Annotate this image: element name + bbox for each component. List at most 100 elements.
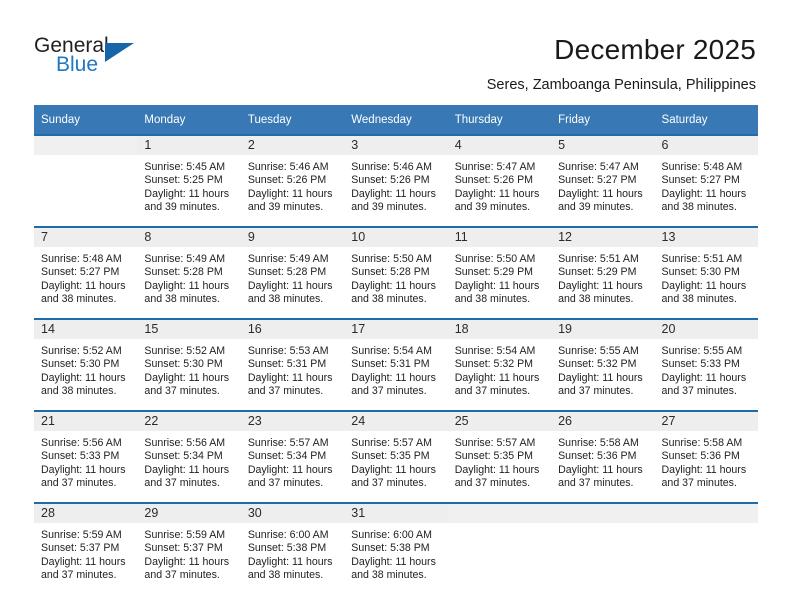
sunset-text: Sunset: 5:37 PM: [41, 542, 120, 555]
calendar-week-row: 7 Sunrise: 5:48 AM Sunset: 5:27 PM Daylight…: [34, 226, 758, 319]
sunset-text: Sunset: 5:37 PM: [144, 542, 223, 555]
calendar-day-cell[interactable]: 31 Sunrise: 6:00 AM Sunset: 5:38 PM Dayligh…: [344, 504, 448, 594]
calendar-empty-cell: [447, 504, 552, 594]
sunset-text: Sunset: 5:25 PM: [144, 174, 223, 187]
triangle-icon: [105, 43, 134, 62]
sunrise-text: Sunrise: 5:56 AM: [144, 437, 226, 449]
sunrise-text: Sunrise: 6:00 AM: [351, 529, 432, 541]
daylight-text-line1: Daylight: 11 hours: [661, 187, 747, 200]
day-sun-info: Sunrise: 5:54 AM Sunset: 5:31 PM Daylight:…: [344, 339, 447, 398]
daylight-text-line1: Daylight: 11 hours: [41, 279, 126, 292]
day-number: 17: [344, 320, 448, 339]
calendar-week-row: 14 Sunrise: 5:52 AM Sunset: 5:30 PM Dayligh…: [34, 318, 758, 411]
sunset-text: Sunset: 5:36 PM: [558, 450, 637, 463]
calendar-day-cell[interactable]: 1 Sunrise: 5:45 AM Sunset: 5:25 PM Daylight…: [137, 136, 241, 226]
day-number: 4: [447, 136, 552, 155]
calendar-day-cell[interactable]: 27 Sunrise: 5:58 AM Sunset: 5:36 PM Dayligh…: [654, 412, 758, 502]
calendar-day-cell[interactable]: 6 Sunrise: 5:48 AM Sunset: 5:27 PM Daylight…: [654, 136, 758, 226]
day-number: 18: [447, 320, 552, 339]
calendar-day-cell[interactable]: 13 Sunrise: 5:51 AM Sunset: 5:30 PM Dayligh…: [654, 228, 758, 318]
day-number: 26: [551, 412, 655, 431]
day-number: 31: [344, 504, 448, 523]
calendar-day-cell[interactable]: 16 Sunrise: 5:53 AM Sunset: 5:31 PM Dayligh…: [240, 320, 345, 410]
sunrise-text: Sunrise: 5:51 AM: [558, 253, 639, 265]
calendar-week-row: 28 Sunrise: 5:59 AM Sunset: 5:37 PM Dayligh…: [34, 502, 758, 594]
page-subtitle: Seres, Zamboanga Peninsula, Philippines: [486, 77, 756, 93]
calendar-day-cell[interactable]: 18 Sunrise: 5:54 AM Sunset: 5:32 PM Dayligh…: [447, 320, 552, 410]
sunset-text: Sunset: 5:27 PM: [661, 174, 740, 187]
calendar-day-cell[interactable]: 28 Sunrise: 5:59 AM Sunset: 5:37 PM Dayligh…: [34, 504, 138, 594]
sunset-text: Sunset: 5:30 PM: [661, 266, 740, 279]
daylight-text-line2: and 37 minutes.: [41, 568, 117, 581]
calendar-day-cell[interactable]: 25 Sunrise: 5:57 AM Sunset: 5:35 PM Dayligh…: [447, 412, 552, 502]
calendar-day-cell[interactable]: 17 Sunrise: 5:54 AM Sunset: 5:31 PM Dayligh…: [344, 320, 448, 410]
sunset-text: Sunset: 5:36 PM: [661, 450, 740, 463]
daylight-text-line2: and 37 minutes.: [661, 476, 737, 489]
sunset-text: Sunset: 5:38 PM: [351, 542, 430, 555]
daylight-text-line2: and 38 minutes.: [558, 292, 634, 305]
sunset-text: Sunset: 5:31 PM: [247, 358, 327, 371]
calendar-day-cell[interactable]: 30 Sunrise: 6:00 AM Sunset: 5:38 PM Dayligh…: [240, 504, 345, 594]
general-blue-logo[interactable]: General Blue: [34, 34, 164, 82]
daylight-text-line1: Daylight: 11 hours: [558, 371, 643, 384]
sunset-text: Sunset: 5:33 PM: [41, 450, 120, 463]
calendar-day-cell[interactable]: 20 Sunrise: 5:55 AM Sunset: 5:33 PM Dayligh…: [654, 320, 758, 410]
calendar-day-cell[interactable]: 5 Sunrise: 5:47 AM Sunset: 5:27 PM Daylight…: [551, 136, 655, 226]
daylight-text-line2: and 37 minutes.: [144, 476, 220, 489]
calendar-day-cell[interactable]: 3 Sunrise: 5:46 AM Sunset: 5:26 PM Daylight…: [344, 136, 448, 226]
daylight-text-line1: Daylight: 11 hours: [41, 555, 126, 568]
calendar-day-cell[interactable]: 11 Sunrise: 5:50 AM Sunset: 5:29 PM Dayligh…: [447, 228, 552, 318]
calendar-day-cell[interactable]: 14 Sunrise: 5:52 AM Sunset: 5:30 PM Dayligh…: [34, 320, 138, 410]
calendar-day-cell[interactable]: 23 Sunrise: 5:57 AM Sunset: 5:34 PM Dayligh…: [240, 412, 345, 502]
daylight-text-line1: Daylight: 11 hours: [351, 371, 436, 384]
sunset-text: Sunset: 5:33 PM: [661, 358, 740, 371]
calendar-day-cell[interactable]: 29 Sunrise: 5:59 AM Sunset: 5:37 PM Dayligh…: [137, 504, 241, 594]
daylight-text-line2: and 39 minutes.: [247, 200, 324, 213]
calendar-day-cell[interactable]: 9 Sunrise: 5:49 AM Sunset: 5:28 PM Daylight…: [240, 228, 345, 318]
calendar-day-cell[interactable]: 8 Sunrise: 5:49 AM Sunset: 5:28 PM Daylight…: [137, 228, 241, 318]
calendar-day-cell[interactable]: 15 Sunrise: 5:52 AM Sunset: 5:30 PM Dayligh…: [137, 320, 241, 410]
day-sun-info: Sunrise: 5:50 AM Sunset: 5:28 PM Daylight:…: [344, 247, 447, 306]
sunrise-text: Sunrise: 5:45 AM: [144, 161, 226, 173]
sunset-text: Sunset: 5:30 PM: [41, 358, 120, 371]
day-number: 12: [551, 228, 655, 247]
calendar-day-cell[interactable]: 26 Sunrise: 5:58 AM Sunset: 5:36 PM Dayligh…: [551, 412, 655, 502]
daylight-text-line1: Daylight: 11 hours: [454, 279, 540, 292]
sunset-text: Sunset: 5:26 PM: [247, 174, 327, 187]
daylight-text-line1: Daylight: 11 hours: [144, 371, 230, 384]
day-number: 15: [137, 320, 241, 339]
calendar-day-cell[interactable]: 4 Sunrise: 5:47 AM Sunset: 5:26 PM Daylight…: [447, 136, 552, 226]
sunrise-text: Sunrise: 5:57 AM: [351, 437, 432, 449]
day-sun-info: Sunrise: 5:58 AM Sunset: 5:36 PM Daylight:…: [655, 431, 758, 490]
calendar-day-cell[interactable]: 24 Sunrise: 5:57 AM Sunset: 5:35 PM Dayligh…: [344, 412, 448, 502]
daylight-text-line1: Daylight: 11 hours: [558, 279, 643, 292]
day-number: 16: [240, 320, 345, 339]
calendar-day-cell[interactable]: 19 Sunrise: 5:55 AM Sunset: 5:32 PM Dayligh…: [551, 320, 655, 410]
sunrise-text: Sunrise: 5:59 AM: [41, 529, 122, 541]
calendar-day-cell[interactable]: 22 Sunrise: 5:56 AM Sunset: 5:34 PM Dayligh…: [137, 412, 241, 502]
calendar-day-cell[interactable]: 2 Sunrise: 5:46 AM Sunset: 5:26 PM Daylight…: [240, 136, 345, 226]
calendar-day-cell[interactable]: 12 Sunrise: 5:51 AM Sunset: 5:29 PM Dayligh…: [551, 228, 655, 318]
sunset-text: Sunset: 5:28 PM: [351, 266, 430, 279]
day-number: 23: [240, 412, 345, 431]
sunrise-text: Sunrise: 5:49 AM: [247, 253, 329, 265]
day-sun-info: Sunrise: 5:50 AM Sunset: 5:29 PM Daylight:…: [448, 247, 551, 306]
sunrise-text: Sunrise: 5:52 AM: [144, 345, 226, 357]
sunrise-text: Sunrise: 6:00 AM: [247, 529, 329, 541]
daylight-text-line1: Daylight: 11 hours: [351, 463, 436, 476]
day-number: 29: [137, 504, 241, 523]
sunrise-text: Sunrise: 5:51 AM: [661, 253, 743, 265]
daylight-text-line2: and 37 minutes.: [144, 384, 220, 397]
sunrise-text: Sunrise: 5:48 AM: [41, 253, 122, 265]
sunrise-text: Sunrise: 5:52 AM: [41, 345, 122, 357]
day-number: [447, 504, 552, 523]
calendar-day-cell[interactable]: 7 Sunrise: 5:48 AM Sunset: 5:27 PM Daylight…: [34, 228, 138, 318]
calendar-empty-cell: [34, 136, 138, 226]
calendar-day-cell[interactable]: 21 Sunrise: 5:56 AM Sunset: 5:33 PM Dayligh…: [34, 412, 138, 502]
day-number: [34, 136, 138, 155]
calendar-day-cell[interactable]: 10 Sunrise: 5:50 AM Sunset: 5:28 PM Dayligh…: [344, 228, 448, 318]
sunrise-text: Sunrise: 5:50 AM: [454, 253, 536, 265]
day-number: 9: [240, 228, 345, 247]
daylight-text-line1: Daylight: 11 hours: [41, 371, 126, 384]
daylight-text-line1: Daylight: 11 hours: [247, 463, 333, 476]
